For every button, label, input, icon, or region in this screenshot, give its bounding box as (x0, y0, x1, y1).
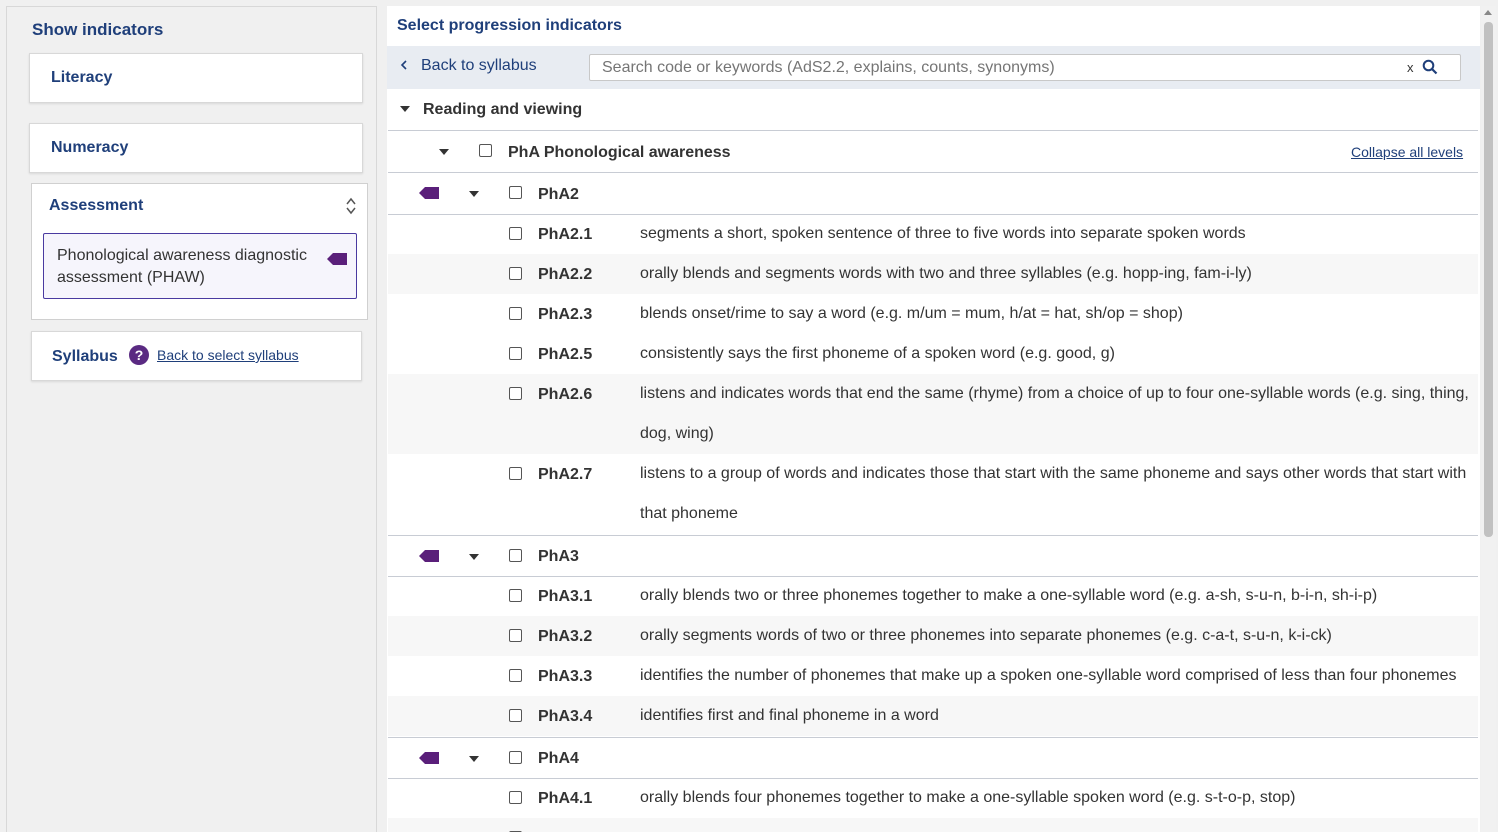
indicator-code: PhA2.1 (538, 226, 593, 243)
caret-down-icon[interactable] (469, 756, 479, 762)
indicator-checkbox[interactable] (509, 347, 522, 360)
indicator-code: PhA4.1 (538, 790, 593, 807)
toolbar: Back to syllabus x (387, 46, 1480, 89)
table-row[interactable]: PhA2.2 orally blends and segments words … (388, 254, 1478, 294)
assessment-label[interactable]: Assessment (49, 197, 143, 215)
indicator-text: identifies the number of phonemes that m… (640, 667, 1457, 684)
table-row[interactable]: PhA2.5 consistently says the first phone… (388, 334, 1478, 374)
indicator-code: PhA3.2 (538, 628, 593, 645)
strand-reading-viewing: Reading and viewing (388, 89, 1478, 131)
numeracy-label: Numeracy (51, 139, 129, 156)
assessment-card: Assessment Phonological awareness diagno… (31, 183, 368, 320)
tag-icon (419, 187, 439, 199)
scrollbar[interactable] (1481, 6, 1496, 832)
syllabus-card: Syllabus ? Back to select syllabus (31, 331, 362, 381)
table-row[interactable]: PhA3.1 orally blends two or three phonem… (388, 576, 1478, 616)
caret-down-icon[interactable] (469, 554, 479, 560)
indicator-checkbox[interactable] (509, 467, 522, 480)
level-label: PhA3 (538, 548, 579, 565)
panel-title: Show indicators (32, 20, 164, 39)
back-to-syllabus-button[interactable]: Back to syllabus (399, 57, 537, 75)
table-row[interactable]: PhA4.1 orally blends four phonemes toget… (388, 778, 1478, 818)
indicator-text: segments a short, spoken sentence of thr… (640, 225, 1246, 242)
table-row[interactable]: PhA2.3 blends onset/rime to say a word (… (388, 294, 1478, 334)
indicator-code: PhA2.3 (538, 306, 593, 323)
indicator-checkbox[interactable] (509, 227, 522, 240)
indicator-checkbox[interactable] (509, 669, 522, 682)
table-row[interactable]: PhA3.2 orally segments words of two or t… (388, 616, 1478, 656)
pha3-checkbox[interactable] (509, 549, 522, 562)
indicator-code: PhA3.1 (538, 588, 593, 605)
indicator-checkbox[interactable] (509, 709, 522, 722)
indicator-text: orally segments words of two or three ph… (640, 627, 1332, 644)
table-row[interactable]: PhA3.4 identifies first and final phonem… (388, 696, 1478, 736)
search-icon[interactable] (1422, 59, 1438, 75)
caret-down-icon[interactable] (400, 106, 410, 112)
indicator-text: orally blends four phonemes together to … (640, 789, 1296, 806)
table-row[interactable]: PhA2.7 listens to a group of words and i… (388, 454, 1478, 534)
tag-icon (419, 752, 439, 764)
assessment-item-label: Phonological awareness diagnostic assess… (57, 247, 307, 286)
table-row[interactable]: PhA2.1 segments a short, spoken sentence… (388, 214, 1478, 254)
search-input[interactable] (589, 54, 1461, 81)
pha4-checkbox[interactable] (509, 751, 522, 764)
indicator-checkbox[interactable] (509, 629, 522, 642)
indicator-text: orally blends two or three phonemes toge… (640, 587, 1378, 604)
show-indicators-panel: Show indicators Literacy Numeracy Assess… (6, 6, 377, 832)
indicator-code: PhA3.4 (538, 708, 593, 725)
indicator-text: orally blends and segments words with tw… (640, 265, 1252, 282)
indicator-checkbox[interactable] (509, 387, 522, 400)
table-row[interactable]: PhA3.3 identifies the number of phonemes… (388, 656, 1478, 696)
level-pha4: PhA4 (388, 737, 1478, 779)
indicator-text: blends onset/rime to say a word (e.g. m/… (640, 305, 1183, 322)
indicator-code: PhA2.5 (538, 346, 593, 363)
scrollbar-thumb[interactable] (1484, 22, 1493, 537)
scroll-up-icon[interactable] (1484, 10, 1492, 15)
element-pha: PhA Phonological awareness Collapse all … (388, 131, 1478, 173)
table-row[interactable] (388, 818, 1478, 832)
numeracy-card[interactable]: Numeracy (29, 123, 363, 173)
help-icon[interactable]: ? (129, 345, 149, 365)
syllabus-label: Syllabus (52, 348, 118, 365)
panel-title: Select progression indicators (397, 17, 622, 34)
indicator-text: listens and indicates words that end the… (640, 385, 1469, 442)
indicator-checkbox[interactable] (509, 307, 522, 320)
level-pha2: PhA2 (388, 173, 1478, 215)
clear-search-button[interactable]: x (1407, 60, 1414, 75)
element-label: PhA Phonological awareness (508, 144, 731, 161)
caret-down-icon[interactable] (439, 149, 449, 155)
pha-checkbox[interactable] (479, 144, 492, 157)
level-label: PhA4 (538, 750, 579, 767)
table-row[interactable]: PhA2.6 listens and indicates words that … (388, 374, 1478, 454)
indicator-code: PhA3.3 (538, 668, 593, 685)
level-label: PhA2 (538, 186, 579, 203)
indicator-code: PhA2.6 (538, 386, 593, 403)
expand-collapse-icon[interactable] (345, 196, 357, 216)
strand-label: Reading and viewing (423, 101, 583, 118)
assessment-item-phaw[interactable]: Phonological awareness diagnostic assess… (43, 233, 357, 299)
progression-indicators-panel: Select progression indicators Back to sy… (387, 6, 1480, 832)
app-window: Show indicators Literacy Numeracy Assess… (0, 0, 1498, 832)
indicator-code: PhA2.2 (538, 266, 593, 283)
indicator-checkbox[interactable] (509, 791, 522, 804)
back-to-syllabus-label: Back to syllabus (421, 57, 537, 74)
indicator-code: PhA2.7 (538, 466, 593, 483)
indicator-checkbox[interactable] (509, 589, 522, 602)
indicator-text: listens to a group of words and indicate… (640, 465, 1467, 522)
tag-icon (327, 253, 347, 265)
literacy-label: Literacy (51, 69, 113, 86)
tag-icon (419, 550, 439, 562)
indicator-text: identifies first and final phoneme in a … (640, 707, 939, 724)
indicator-checkbox[interactable] (509, 267, 522, 280)
pha2-checkbox[interactable] (509, 186, 522, 199)
back-to-select-syllabus-link[interactable]: Back to select syllabus (157, 347, 299, 363)
literacy-card[interactable]: Literacy (29, 53, 363, 103)
chevron-left-icon (400, 60, 407, 70)
collapse-all-levels-link[interactable]: Collapse all levels (1351, 144, 1463, 160)
caret-down-icon[interactable] (469, 191, 479, 197)
indicator-text: consistently says the first phoneme of a… (640, 345, 1115, 362)
level-pha3: PhA3 (388, 535, 1478, 577)
